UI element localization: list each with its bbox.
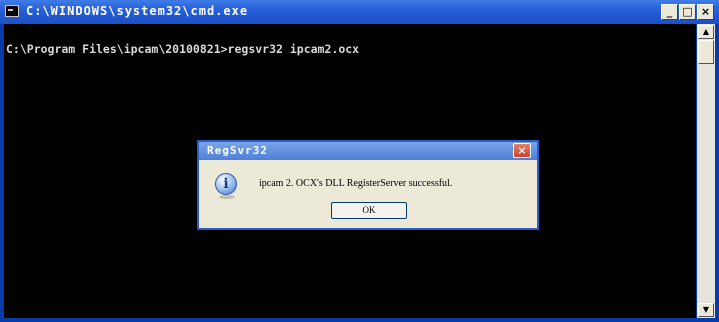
dialog-message: ipcam 2. OCX's DLL RegisterServer succes… [259, 178, 453, 189]
command-line: C:\Program Files\ipcam\20100821>regsvr32… [6, 42, 360, 56]
scroll-up-button[interactable]: ▲ [698, 25, 714, 39]
title-bar[interactable]: C:\WINDOWS\system32\cmd.exe _ □ × [0, 0, 719, 24]
console-icon [5, 5, 19, 17]
scroll-thumb[interactable] [698, 40, 714, 64]
dialog-title: RegSvr32 [207, 144, 268, 157]
maximize-button[interactable]: □ [679, 4, 696, 20]
close-button[interactable]: × [697, 4, 714, 20]
window-title: C:\WINDOWS\system32\cmd.exe [26, 4, 249, 18]
dialog-close-button[interactable]: × [513, 143, 531, 158]
ok-button[interactable]: OK [331, 202, 407, 219]
dialog-title-bar[interactable]: RegSvr32 × [199, 142, 537, 160]
information-icon: i [215, 173, 237, 199]
scroll-down-button[interactable]: ▼ [698, 303, 714, 317]
minimize-button[interactable]: _ [661, 4, 678, 20]
vertical-scrollbar[interactable]: ▲ ▼ [697, 24, 715, 318]
regsvr32-dialog: RegSvr32 × i ipcam 2. OCX's DLL Register… [197, 140, 539, 230]
